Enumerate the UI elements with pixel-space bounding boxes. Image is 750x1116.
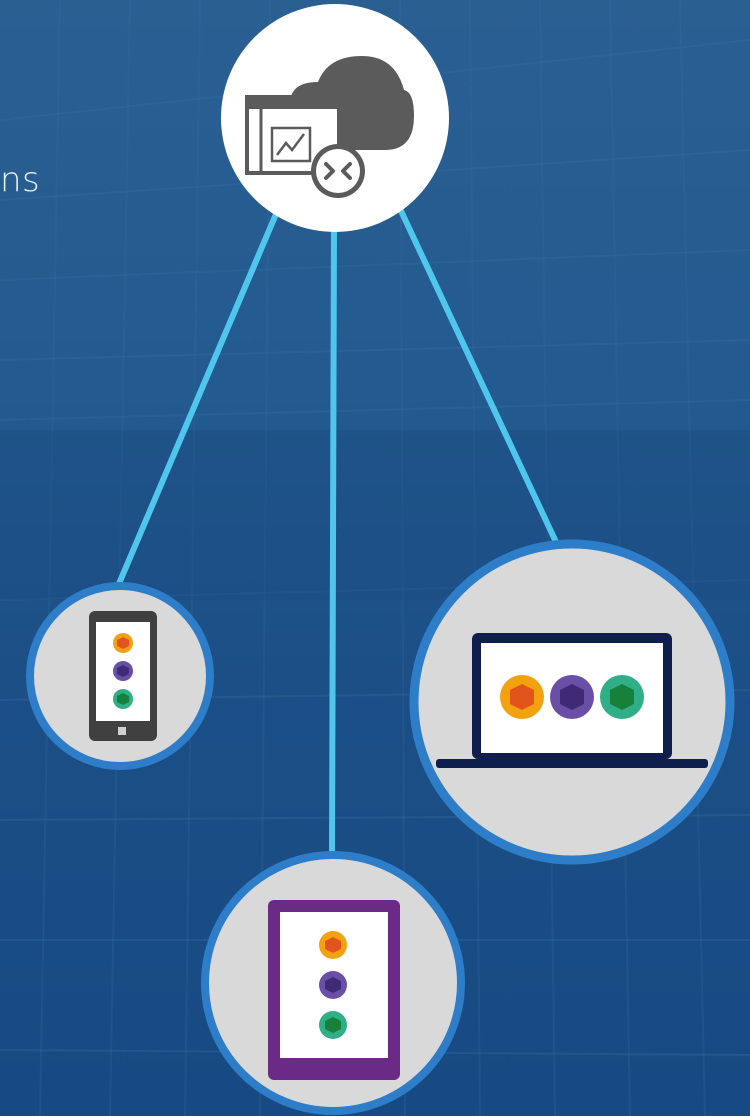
cube-app-icon [319,931,347,959]
laptop-node [409,539,735,865]
cube-app-icon [319,1011,347,1039]
connector-to-laptop [392,195,559,545]
connector-to-phone [115,197,285,589]
connector-to-tablet [329,222,337,861]
cube-app-icon [113,689,133,709]
tablet-node [201,851,465,1115]
cube-app-icon [600,675,644,719]
diagram-canvas: ns [0,0,750,1116]
cube-app-icon [500,675,544,719]
cube-app-icon [319,971,347,999]
cube-app-icon [113,661,133,681]
server-node [221,4,449,232]
windows-phone-icon [89,611,157,741]
cube-app-icon [550,675,594,719]
tablet-icon [268,900,400,1080]
cube-app-icon [113,633,133,653]
phone-node [26,582,214,770]
laptop-icon [436,633,708,768]
